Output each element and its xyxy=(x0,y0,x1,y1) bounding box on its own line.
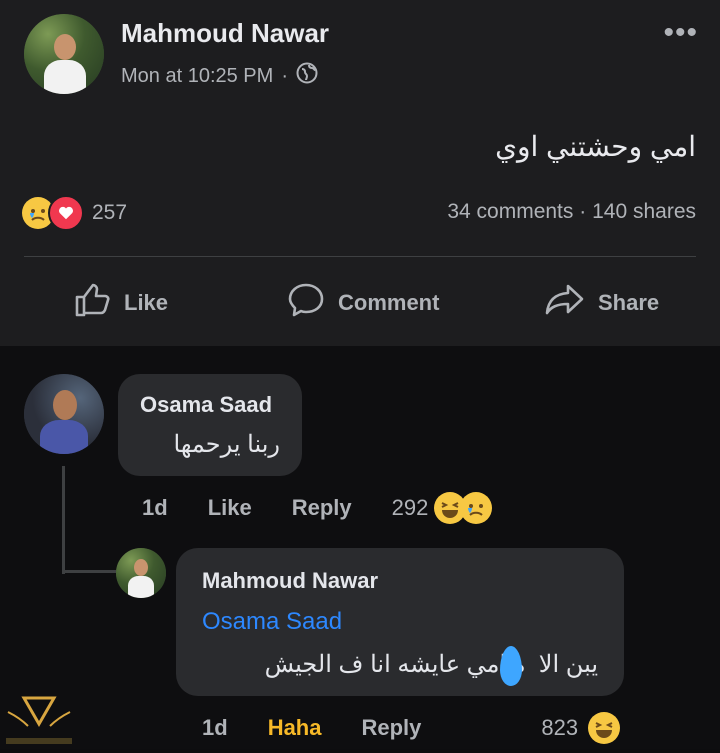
comment-like-button[interactable]: Like xyxy=(208,495,252,521)
share-arrow-icon xyxy=(544,280,586,326)
comment-avatar-osama[interactable] xyxy=(24,374,104,454)
stats-separator: · xyxy=(579,200,587,223)
comment-actions: 1d Like Reply 292 xyxy=(142,492,493,524)
reply-avatar-mahmoud[interactable] xyxy=(116,548,166,598)
reply-mention[interactable]: Osama Saad xyxy=(202,608,342,636)
reply-time[interactable]: 1d xyxy=(202,715,228,741)
comment-label: Comment xyxy=(338,290,440,315)
post-reactions[interactable]: 257 xyxy=(22,195,127,231)
reply-haha-button[interactable]: Haha xyxy=(268,715,322,741)
divider xyxy=(24,256,696,257)
thumbs-up-icon xyxy=(72,280,112,326)
post-meta: Mon at 10:25 PM · xyxy=(121,62,318,90)
post-author-avatar[interactable] xyxy=(24,14,104,94)
comment-text: ربنا يرحمها xyxy=(173,431,281,458)
comment-time[interactable]: 1d xyxy=(142,495,168,521)
comment-bubble[interactable]: Osama Saad ربنا يرحمها xyxy=(118,374,302,476)
reply-bubble[interactable]: Mahmoud Nawar Osama Saad يبن الا ه امي ع… xyxy=(176,548,624,696)
comment-button[interactable]: Comment xyxy=(286,280,439,326)
share-label: Share xyxy=(598,290,660,315)
post-card: Mahmoud Nawar Mon at 10:25 PM · ••• امي … xyxy=(0,0,720,346)
reply-author[interactable]: Mahmoud Nawar xyxy=(202,568,378,594)
thread-line-branch xyxy=(62,570,116,573)
like-button[interactable]: Like xyxy=(72,280,168,326)
love-reaction-icon xyxy=(48,195,84,231)
reply-reaction-count: 823 xyxy=(541,715,579,740)
comment-reaction-count: 292 xyxy=(391,495,429,520)
tear-drop-icon xyxy=(500,646,522,686)
post-reaction-count: 257 xyxy=(92,201,128,224)
reply-actions: 1d Haha Reply 823 xyxy=(202,712,621,744)
watermark-logo-icon xyxy=(4,690,74,748)
thread-line xyxy=(62,466,65,574)
haha-reaction-icon[interactable] xyxy=(588,712,621,744)
like-label: Like xyxy=(124,290,169,315)
post-author-name[interactable]: Mahmoud Nawar xyxy=(121,18,329,49)
more-options-icon[interactable]: ••• xyxy=(663,16,698,50)
share-button[interactable]: Share xyxy=(544,280,659,326)
reply-reply-button[interactable]: Reply xyxy=(361,715,421,741)
meta-separator: · xyxy=(281,64,288,87)
reply-text: يبن الا ه امي عايشه انا ف الجيش xyxy=(264,651,598,678)
post-text: امي وحشتني اوي xyxy=(495,131,696,162)
post-time[interactable]: Mon at 10:25 PM xyxy=(121,65,273,88)
post-stats: 34 comments · 140 shares xyxy=(447,200,696,224)
comment-reply-button[interactable]: Reply xyxy=(292,495,352,521)
comments-count-link[interactable]: 34 comments xyxy=(447,200,573,223)
shares-count-link[interactable]: 140 shares xyxy=(592,200,696,223)
sad-reaction-icon xyxy=(460,492,493,524)
globe-icon xyxy=(296,62,318,90)
comment-bubble-icon xyxy=(286,280,326,326)
comment-author[interactable]: Osama Saad xyxy=(140,392,272,418)
